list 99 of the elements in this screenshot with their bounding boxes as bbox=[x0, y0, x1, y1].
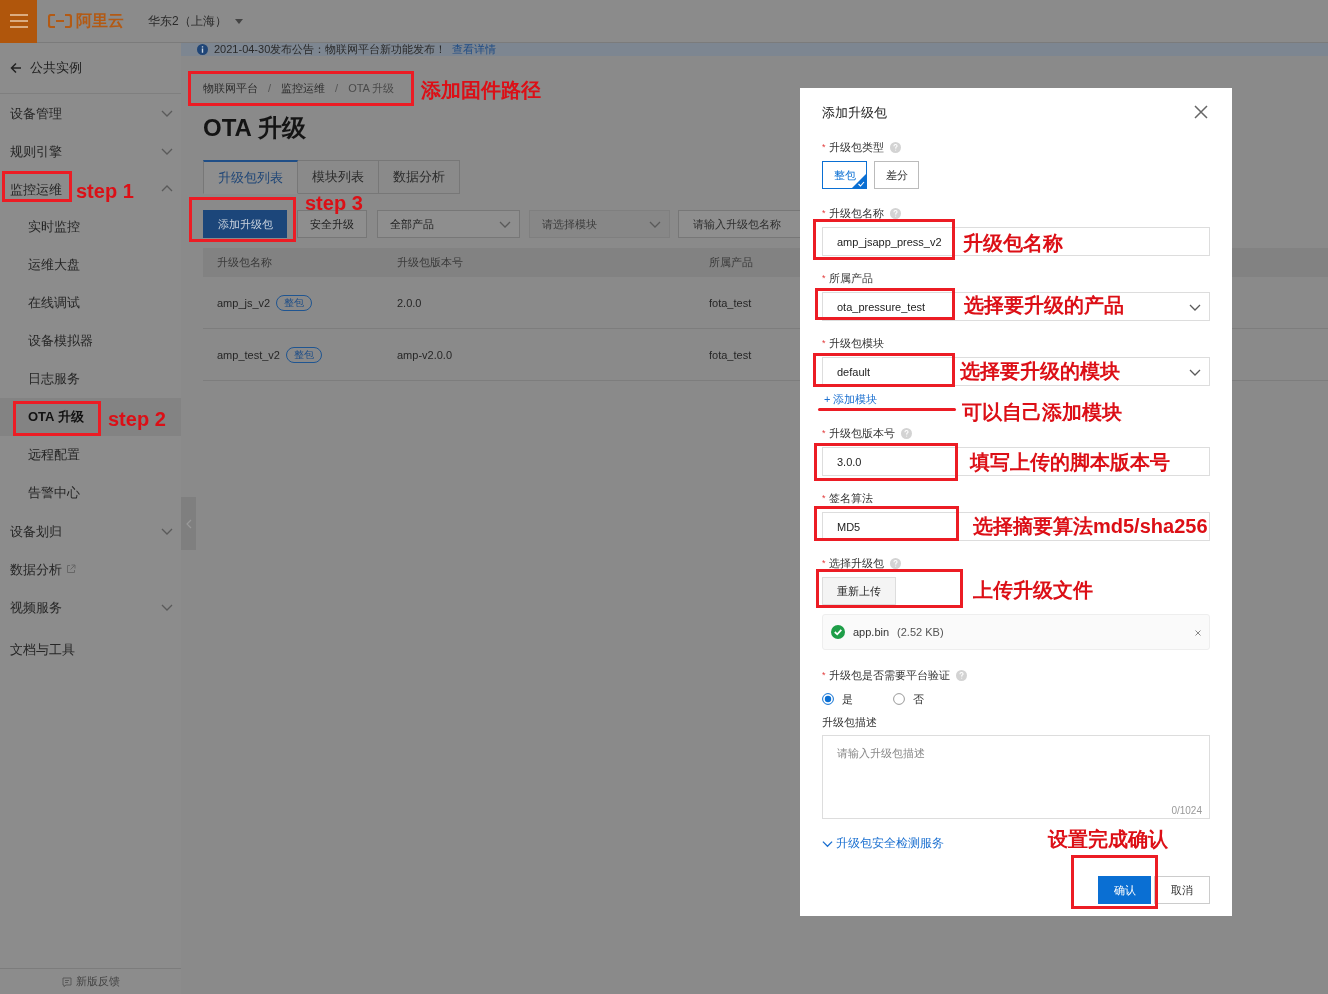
field-label: 选择升级包 bbox=[828, 555, 884, 571]
notice-link[interactable]: 查看详情 bbox=[452, 43, 497, 56]
help-icon bbox=[955, 669, 967, 681]
table-cell: 2.0.0 bbox=[397, 296, 422, 309]
annotation-text: step 2 bbox=[108, 407, 166, 432]
back-link[interactable]: 公共实例 bbox=[0, 43, 181, 94]
external-link-icon bbox=[66, 564, 76, 574]
dialog-title: 添加升级包 bbox=[822, 104, 887, 122]
file-size: (2.52 KB) bbox=[897, 626, 944, 638]
type-option[interactable]: 整包 bbox=[822, 161, 867, 189]
annotation-text: step 1 bbox=[76, 179, 134, 204]
help-icon bbox=[889, 207, 901, 219]
logo-icon bbox=[48, 14, 72, 28]
file-name: app.bin bbox=[853, 626, 890, 638]
tab[interactable]: 模块列表 bbox=[298, 160, 379, 194]
back-arrow-icon bbox=[10, 62, 22, 74]
field-label: 升级包描述 bbox=[822, 714, 877, 730]
sidebar-subitem[interactable]: 运维大盘 bbox=[0, 246, 181, 284]
field-label: 升级包类型 bbox=[828, 139, 884, 155]
close-button[interactable] bbox=[1194, 105, 1210, 121]
annotation-text: 填写上传的脚本版本号 bbox=[970, 450, 1170, 475]
annotation-text: 添加固件路径 bbox=[421, 78, 541, 103]
speech-bubble-icon bbox=[61, 976, 72, 987]
field-label: 签名算法 bbox=[828, 490, 873, 506]
radio-label: 是 bbox=[842, 691, 853, 707]
character-counter: 0/1024 bbox=[1171, 805, 1202, 816]
feedback-link[interactable]: 新版反馈 bbox=[0, 968, 181, 994]
required-mark: * bbox=[822, 273, 826, 283]
sidebar-item[interactable]: 视频服务 bbox=[10, 599, 62, 615]
radio-button[interactable] bbox=[893, 693, 905, 705]
annotation-text: 选择要升级的模块 bbox=[960, 359, 1120, 384]
annotation-text: 上传升级文件 bbox=[973, 578, 1093, 603]
sidebar-item[interactable]: 监控运维 bbox=[10, 181, 62, 197]
required-mark: * bbox=[822, 428, 826, 438]
add-package-button[interactable]: 添加升级包 bbox=[203, 210, 287, 238]
table-cell: amp-v2.0.0 bbox=[397, 348, 453, 361]
annotation-text: 设置完成确认 bbox=[1048, 827, 1168, 852]
breadcrumb-separator: / bbox=[335, 82, 339, 94]
radio-label: 否 bbox=[913, 691, 924, 707]
required-mark: * bbox=[822, 208, 826, 218]
confirm-button[interactable]: 确认 bbox=[1098, 876, 1151, 904]
annotation-text: 选择摘要算法md5/sha256 bbox=[973, 515, 1208, 537]
reupload-button[interactable]: 重新上传 bbox=[822, 577, 896, 605]
required-mark: * bbox=[822, 493, 826, 503]
success-icon bbox=[831, 625, 845, 639]
column-header: 升级包名称 bbox=[217, 255, 272, 270]
breadcrumb-item: OTA 升级 bbox=[348, 80, 395, 96]
annotation-text: 选择要升级的产品 bbox=[964, 293, 1124, 318]
field-label: 升级包名称 bbox=[828, 205, 884, 221]
menu-icon bbox=[9, 14, 28, 28]
annotation-text: 升级包名称 bbox=[963, 231, 1063, 256]
logo-text: 阿里云 bbox=[76, 10, 124, 31]
highlight-frame bbox=[2, 171, 72, 202]
sidebar-item[interactable]: 规则引擎 bbox=[10, 143, 62, 159]
field-label: 所属产品 bbox=[828, 270, 873, 286]
annotation-text: 可以自己添加模块 bbox=[962, 400, 1122, 425]
security-service-link[interactable]: 升级包安全检测服务 bbox=[822, 835, 944, 851]
help-icon bbox=[889, 141, 901, 153]
breadcrumb-separator: / bbox=[268, 82, 272, 94]
collapse-handle[interactable] bbox=[181, 497, 196, 550]
sidebar-item[interactable]: 文档与工具 bbox=[10, 641, 75, 657]
help-icon bbox=[900, 427, 912, 439]
sidebar-subitem[interactable]: 在线调试 bbox=[0, 284, 181, 322]
required-mark: * bbox=[822, 670, 826, 680]
tab[interactable]: 数据分析 bbox=[379, 160, 460, 194]
notice-text: 2021-04-30发布公告：物联网平台新功能发布！ bbox=[214, 43, 447, 56]
sidebar-item[interactable]: 设备划归 bbox=[10, 523, 62, 539]
sidebar-subitem[interactable]: 实时监控 bbox=[0, 208, 181, 246]
page-title: OTA 升级 bbox=[203, 113, 306, 143]
required-mark: * bbox=[822, 558, 826, 568]
sidebar-item[interactable]: 设备管理 bbox=[10, 105, 62, 121]
table-cell: fota_test bbox=[709, 348, 752, 361]
required-mark: * bbox=[822, 338, 826, 348]
sidebar-subitem[interactable]: 日志服务 bbox=[0, 360, 181, 398]
cancel-button[interactable]: 取消 bbox=[1154, 876, 1210, 904]
type-option[interactable]: 差分 bbox=[874, 161, 919, 189]
breadcrumb-item[interactable]: 物联网平台 bbox=[203, 80, 258, 96]
column-header: 所属产品 bbox=[709, 255, 753, 270]
breadcrumb-item[interactable]: 监控运维 bbox=[281, 80, 326, 96]
required-mark: * bbox=[822, 142, 826, 152]
info-icon bbox=[197, 44, 208, 55]
field-label: 升级包模块 bbox=[828, 335, 884, 351]
radio-button[interactable] bbox=[822, 693, 834, 705]
caret-icon bbox=[234, 18, 243, 24]
sidebar-subitem[interactable]: 设备模拟器 bbox=[0, 322, 181, 360]
tab[interactable]: 升级包列表 bbox=[203, 160, 298, 194]
table-cell: amp_js_v2 bbox=[217, 296, 271, 309]
table-cell: fota_test bbox=[709, 296, 752, 309]
sidebar-subitem[interactable]: 远程配置 bbox=[0, 436, 181, 474]
menu-button[interactable] bbox=[0, 0, 37, 43]
chevron-left-icon bbox=[185, 518, 192, 529]
sidebar-subitem[interactable]: 告警中心 bbox=[0, 474, 181, 512]
table-cell: amp_test_v2 bbox=[217, 348, 280, 361]
help-icon bbox=[889, 557, 901, 569]
sidebar-item[interactable]: 数据分析 bbox=[10, 561, 62, 577]
field-label: 升级包是否需要平台验证 bbox=[828, 667, 950, 683]
product-select[interactable]: 全部产品 bbox=[377, 210, 520, 238]
region-selector[interactable]: 华东2（上海） bbox=[148, 12, 243, 30]
field-label: 升级包版本号 bbox=[828, 425, 895, 441]
